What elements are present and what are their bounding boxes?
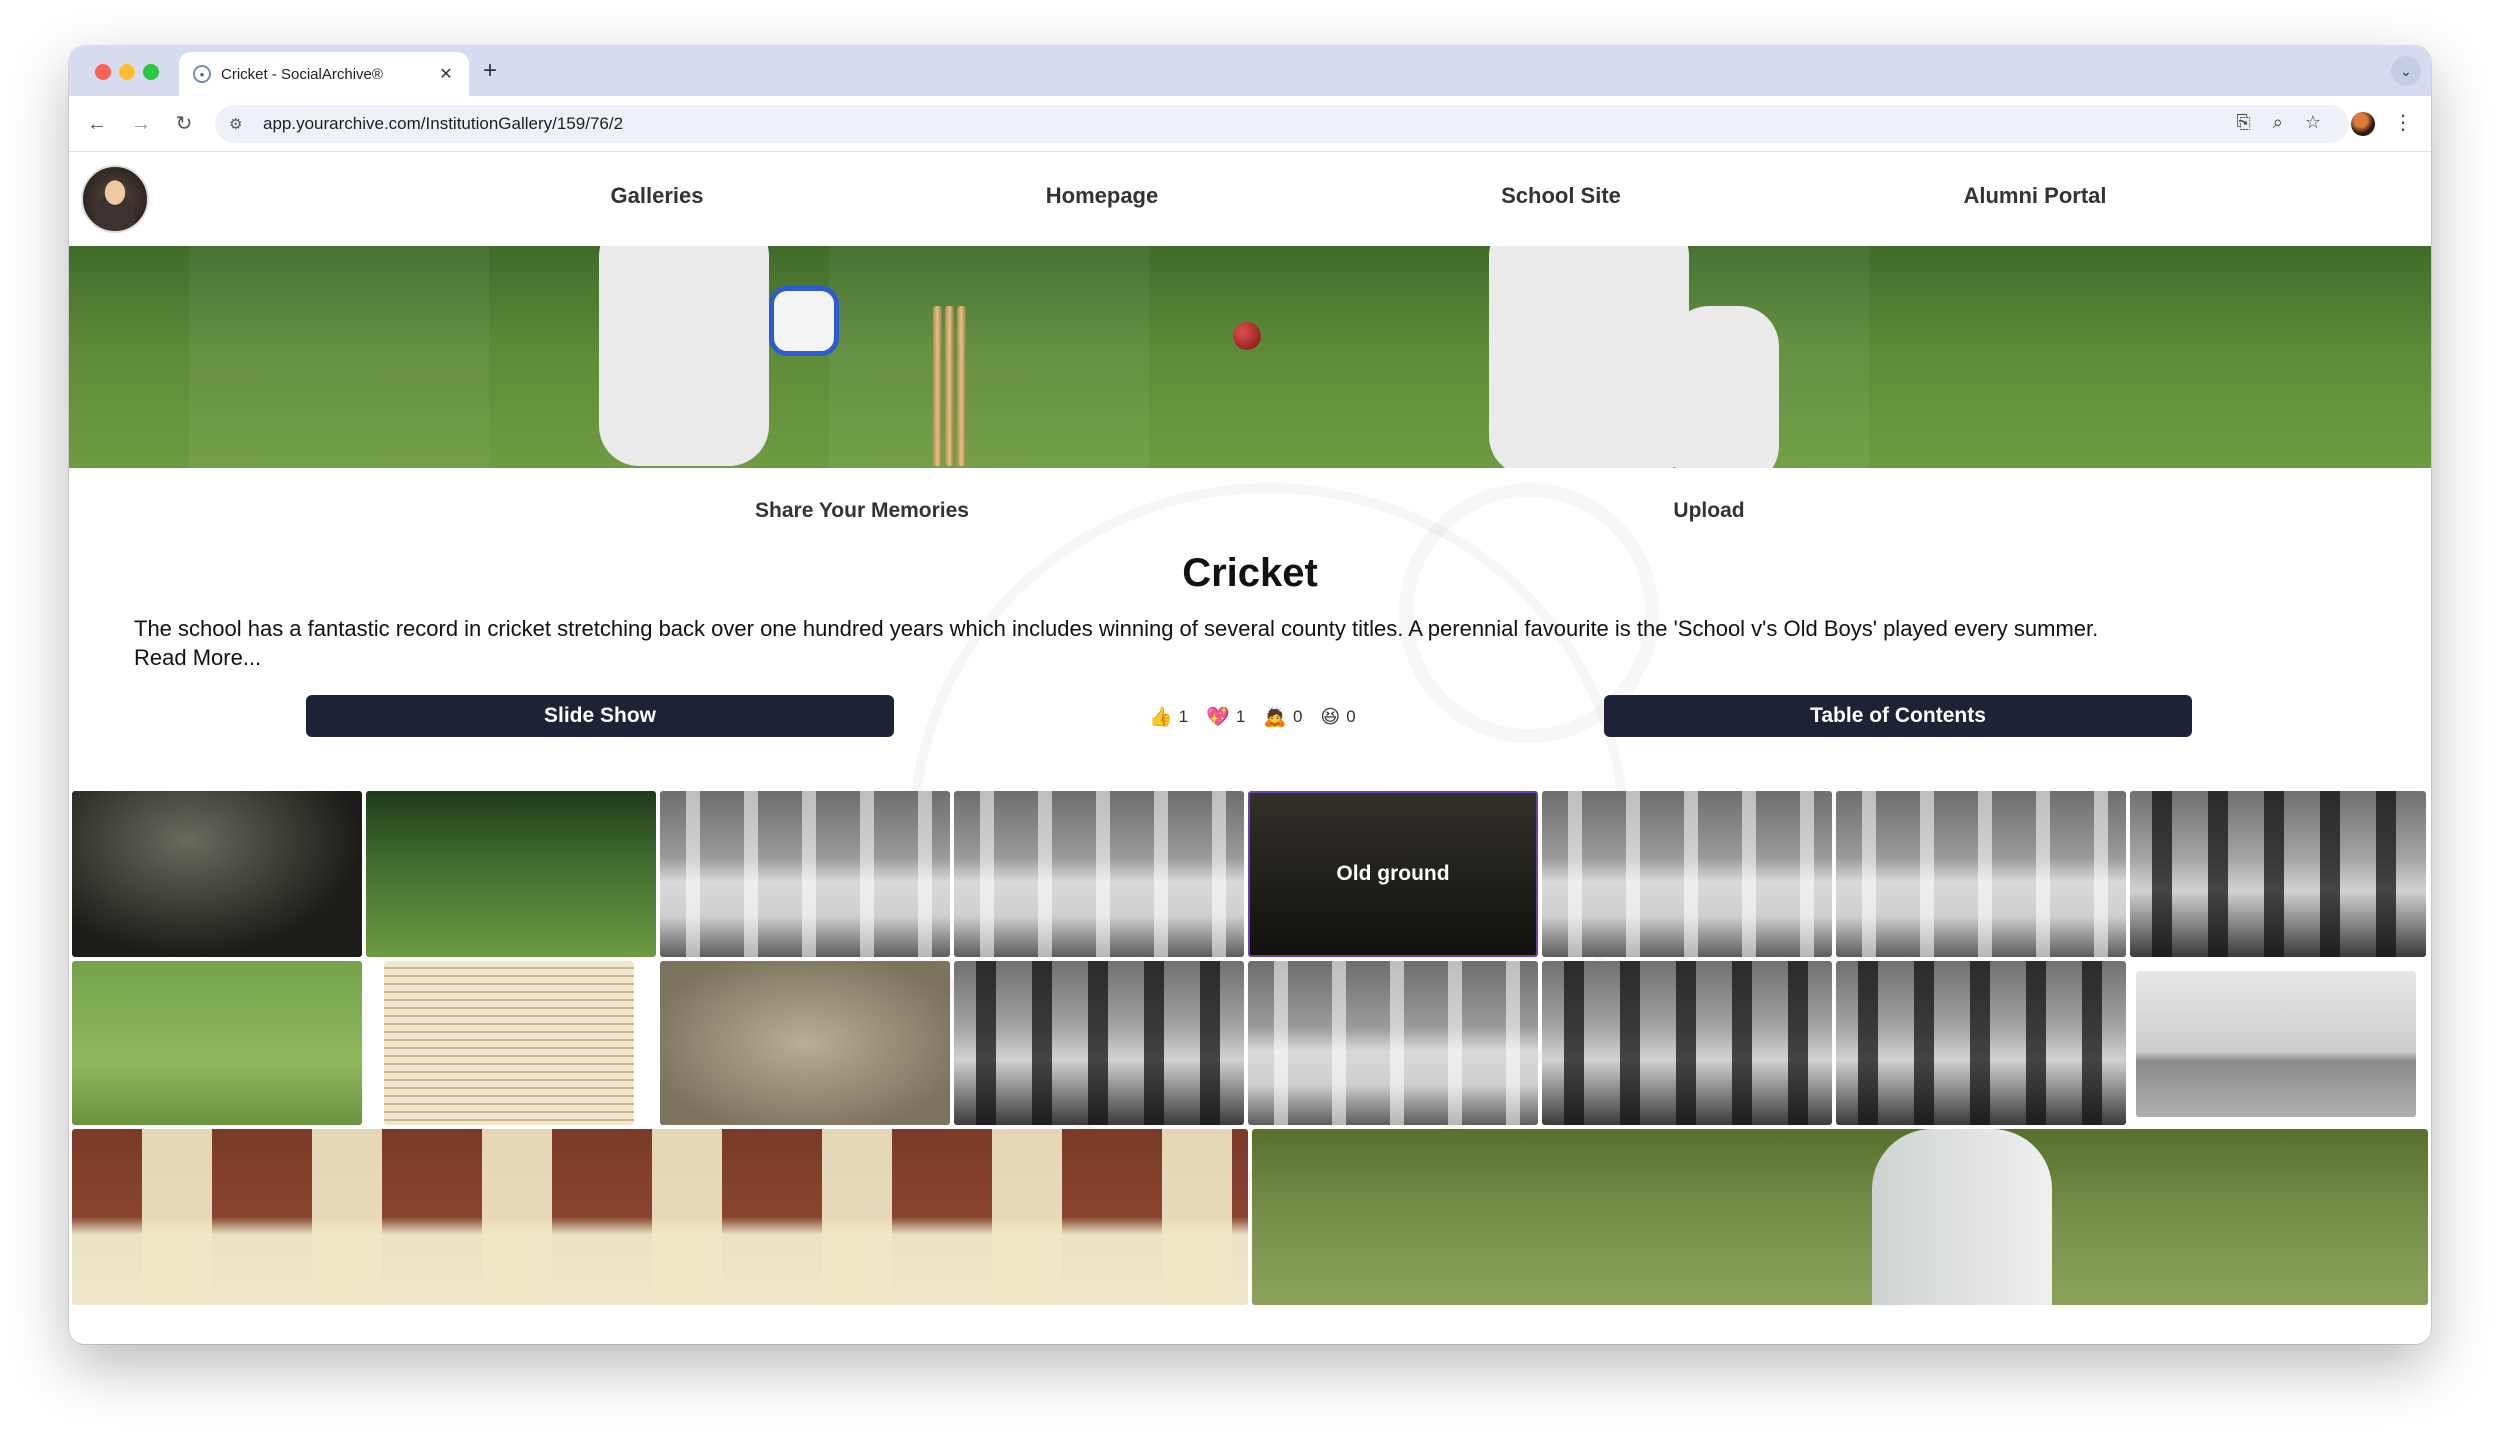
reaction-count: 0 [1292,707,1303,726]
forward-arrow-icon[interactable]: → [127,110,155,138]
bookmark-star-icon[interactable]: ☆ [2305,112,2321,133]
photo-thumbnail[interactable] [660,791,950,957]
nav-school-site-link[interactable]: School Site [1501,183,1621,209]
url-text[interactable]: app.yourarchive.com/InstitutionGallery/1… [263,114,623,134]
page-content: Galleries Homepage School Site Alumni Po… [69,153,2431,1344]
photo-thumbnail[interactable] [366,791,656,957]
reaction-laugh[interactable]: 😆 0 [1320,705,1355,729]
reaction-count: 0 [1346,707,1356,726]
table-of-contents-button[interactable]: Table of Contents [1604,695,2192,737]
photo-hover-label: Old ground [1336,862,1450,885]
photo-thumbnail[interactable] [72,791,362,957]
read-more-link[interactable]: Read More... [134,645,261,671]
laugh-icon: 😆 [1320,706,1341,728]
reactions-bar: 👍 1 💖 1 🙇 0 😆 0 [1149,705,1356,729]
profile-avatar-icon[interactable] [2351,112,2375,136]
site-favicon-icon: ● [193,65,211,83]
slide-show-button[interactable]: Slide Show [306,695,894,737]
photo-thumbnail[interactable] [1836,791,2126,957]
photo-thumbnail[interactable] [384,961,634,1125]
browser-window: ● Cricket - SocialArchive® ✕ + ⌄ ← → ↻ ⚙… [69,46,2431,1344]
hero-banner-image [69,246,2431,468]
tab-search-button[interactable]: ⌄ [2391,56,2421,86]
tab-strip: ● Cricket - SocialArchive® ✕ + ⌄ [69,46,2431,96]
site-settings-icon[interactable]: ⚙ [229,115,257,133]
reaction-heart[interactable]: 💖 1 [1206,705,1245,729]
photo-thumbnail-old-ground[interactable]: Old ground [1248,791,1538,957]
photo-thumbnail[interactable] [1252,1129,2428,1305]
heart-icon: 💖 [1206,707,1230,728]
nav-galleries-link[interactable]: Galleries [611,183,704,209]
photo-thumbnail[interactable] [1248,961,1538,1125]
new-tab-button[interactable]: + [483,56,497,86]
close-tab-icon[interactable]: ✕ [437,64,455,84]
install-app-icon[interactable]: ⎘ [2236,112,2250,133]
upload-link[interactable]: Upload [1673,499,1744,523]
reaction-bow[interactable]: 🙇 0 [1263,705,1302,729]
photo-thumbnail[interactable] [2136,971,2416,1117]
browser-menu-icon[interactable]: ⋮ [2393,110,2413,135]
site-header: Galleries Homepage School Site Alumni Po… [69,153,2431,246]
cricket-ball-icon [1233,322,1261,350]
photo-thumbnail[interactable] [2130,791,2426,957]
photo-thumbnail[interactable] [72,961,362,1125]
maximize-window-button[interactable] [143,64,159,80]
reload-icon[interactable]: ↻ [170,110,198,138]
address-bar[interactable]: ⚙ app.yourarchive.com/InstitutionGallery… [215,105,2349,143]
reaction-count: 1 [1235,707,1246,726]
gallery-description: The school has a fantastic record in cri… [134,616,2099,641]
photo-thumbnail[interactable] [1542,791,1832,957]
reaction-count: 1 [1178,707,1189,726]
photo-thumbnail[interactable] [954,791,1244,957]
photo-thumbnail[interactable] [660,961,950,1125]
nav-alumni-portal-link[interactable]: Alumni Portal [1963,183,2106,209]
user-avatar[interactable] [81,165,149,233]
zoom-icon[interactable]: ⌕ [2273,112,2283,133]
tab-title: Cricket - SocialArchive® [221,65,383,83]
photo-thumbnail[interactable] [1542,961,1832,1125]
share-memories-link[interactable]: Share Your Memories [755,499,969,523]
photo-thumbnail[interactable] [954,961,1244,1125]
minimize-window-button[interactable] [119,64,135,80]
photo-thumbnail[interactable] [1836,961,2126,1125]
nav-homepage-link[interactable]: Homepage [1046,183,1158,209]
back-arrow-icon[interactable]: ← [83,110,111,138]
browser-tab[interactable]: ● Cricket - SocialArchive® ✕ [179,52,469,96]
bow-icon: 🙇 [1263,707,1287,728]
close-window-button[interactable] [95,64,111,80]
photo-thumbnail[interactable] [72,1129,1248,1305]
gallery-title: Cricket [1182,551,1318,595]
reaction-thumbs-up[interactable]: 👍 1 [1149,705,1188,729]
browser-toolbar: ← → ↻ ⚙ app.yourarchive.com/InstitutionG… [69,96,2431,152]
thumbs-up-icon: 👍 [1149,707,1173,728]
